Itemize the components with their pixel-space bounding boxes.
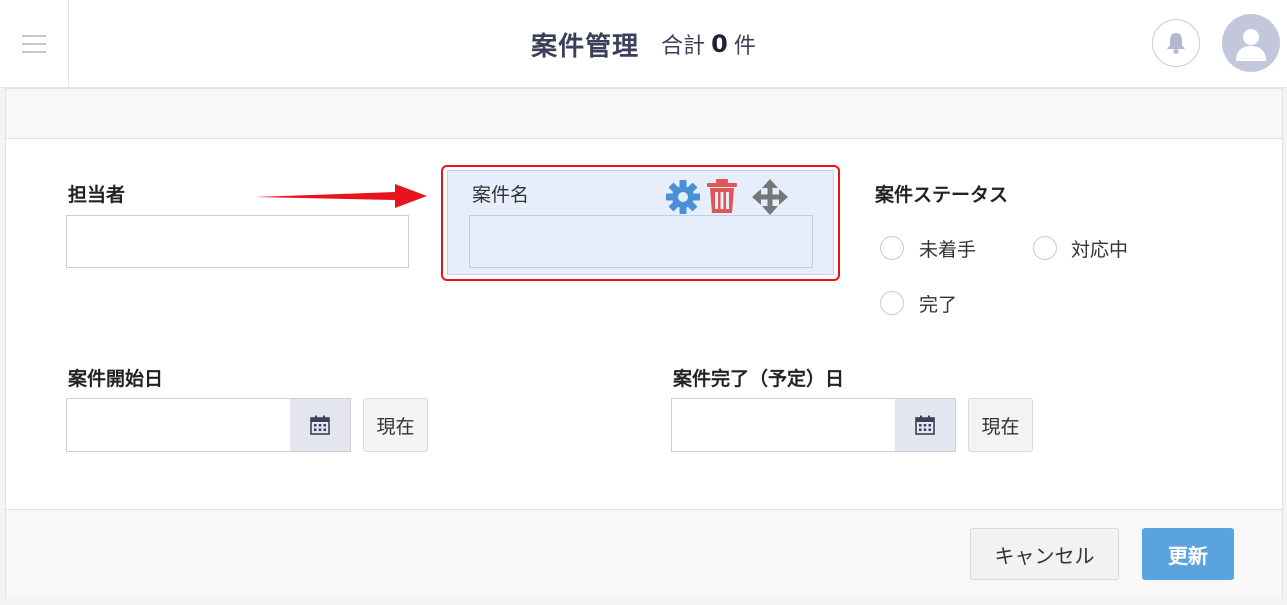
gear-button[interactable] [664,178,702,216]
status-radio-in-progress[interactable] [1033,236,1057,260]
status-option-complete: 完了 [919,294,958,316]
case-name-label: 案件名 [472,184,530,206]
start-date-calendar-button[interactable] [290,398,351,452]
case-name-input[interactable] [469,215,813,268]
arrow-icon [255,184,427,208]
trash-icon [707,179,737,213]
end-date-label: 案件完了（予定）日 [673,368,845,390]
total-prefix: 合計 [661,34,706,59]
assignee-input[interactable] [66,215,409,268]
calendar-icon [310,415,330,435]
user-icon [1236,29,1266,61]
assignee-label: 担当者 [68,184,126,206]
start-date-now-button[interactable]: 現在 [363,398,428,452]
notification-button[interactable] [1152,19,1200,67]
start-date-label: 案件開始日 [68,368,164,390]
panel-topbar [6,89,1282,139]
gear-icon [666,180,700,214]
status-option-not-started: 未着手 [919,239,977,261]
end-date-calendar-button[interactable] [895,398,956,452]
move-icon [752,179,788,215]
total-count: 0 [711,30,728,58]
end-date-input[interactable] [671,398,896,452]
bell-icon [1167,33,1185,54]
start-date-input[interactable] [66,398,291,452]
status-label: 案件ステータス [875,184,1009,206]
update-button[interactable]: 更新 [1142,528,1234,580]
app-header: 案件管理 合計 0 件 [0,0,1287,88]
trash-button[interactable] [704,177,740,215]
move-button[interactable] [751,178,789,216]
user-avatar[interactable] [1222,14,1280,72]
status-option-in-progress: 対応中 [1071,239,1129,261]
header-title-group: 案件管理 合計 0 件 [0,0,1287,88]
status-radio-complete[interactable] [880,291,904,315]
status-radio-not-started[interactable] [880,236,904,260]
menu-button[interactable] [0,0,69,88]
total-suffix: 件 [733,34,756,59]
page-title: 案件管理 [531,31,640,62]
cancel-button[interactable]: キャンセル [970,528,1119,580]
end-date-now-button[interactable]: 現在 [968,398,1033,452]
menu-icon [22,35,46,53]
calendar-icon [915,415,935,435]
